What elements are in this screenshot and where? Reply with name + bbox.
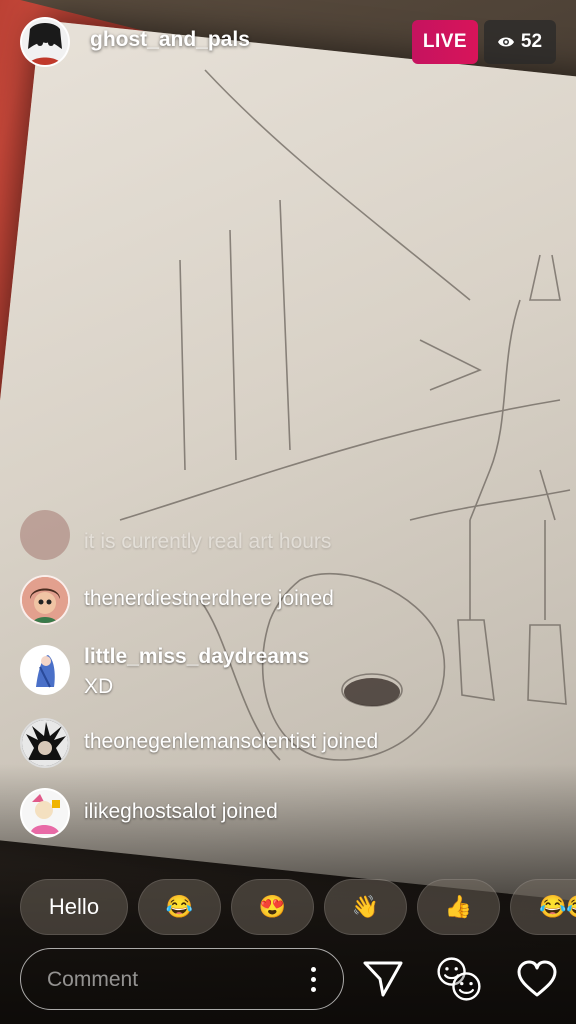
heart-icon — [517, 960, 557, 997]
comment-join: thenerdiestnerdhere joined — [20, 575, 556, 627]
comment-join: theonegenlemanscientist joined — [20, 718, 556, 770]
comment-input[interactable] — [45, 949, 289, 1011]
like-button[interactable] — [512, 952, 562, 1006]
user-avatar-icon — [22, 577, 68, 623]
comment-text: theonegenlemanscientist joined — [84, 730, 379, 753]
comment-field[interactable] — [20, 948, 344, 1011]
eye-icon — [497, 37, 514, 47]
viewer-count: 52 — [520, 31, 543, 52]
quick-reply-laugh-double[interactable]: 😂😂 — [510, 879, 576, 935]
comment-avatar — [20, 510, 70, 560]
send-button[interactable] — [358, 952, 408, 1006]
user-avatar-icon — [22, 720, 68, 766]
quick-reply-heart-eyes[interactable]: 😍 — [231, 879, 314, 935]
quick-reply-hello[interactable]: Hello — [20, 879, 128, 935]
viewer-count-badge[interactable]: 52 — [484, 20, 556, 64]
comment-text: thenerdiestnerdhere joined — [84, 587, 334, 610]
comment-text: ilikeghostsalot joined — [84, 800, 278, 823]
quick-reply-wave[interactable]: 👋 — [324, 879, 407, 935]
live-badge: LIVE — [412, 20, 478, 64]
host-username[interactable]: ghost_and_pals — [90, 28, 250, 52]
comment-faded: it is currently real art hours — [20, 510, 556, 562]
comment-username[interactable]: little_miss_daydreams — [84, 645, 309, 669]
more-vertical-icon[interactable] — [309, 967, 317, 993]
comment-avatar[interactable] — [20, 788, 70, 838]
user-avatar-icon — [22, 790, 68, 836]
comment-message: little_miss_daydreams XD — [20, 645, 556, 698]
live-header: ghost_and_pals LIVE 52 — [0, 0, 576, 84]
comment-avatar[interactable] — [20, 575, 70, 625]
host-avatar[interactable] — [20, 17, 70, 67]
comment-message-text: XD — [84, 675, 114, 698]
user-avatar-icon — [22, 647, 68, 693]
host-avatar-icon — [22, 19, 68, 65]
comment-text: it is currently real art hours — [84, 530, 332, 553]
quick-reply-laugh[interactable]: 😂 — [138, 879, 221, 935]
quick-reply-thumbs-up[interactable]: 👍 — [417, 879, 500, 935]
comment-avatar[interactable] — [20, 645, 70, 695]
send-icon — [363, 961, 403, 997]
faces-icon — [437, 957, 481, 1001]
quick-replies: Hello 😂 😍 👋 👍 😂😂 — [20, 879, 576, 935]
comment-join: ilikeghostsalot joined — [20, 788, 556, 840]
face-filter-button[interactable] — [434, 952, 484, 1006]
comment-avatar[interactable] — [20, 718, 70, 768]
